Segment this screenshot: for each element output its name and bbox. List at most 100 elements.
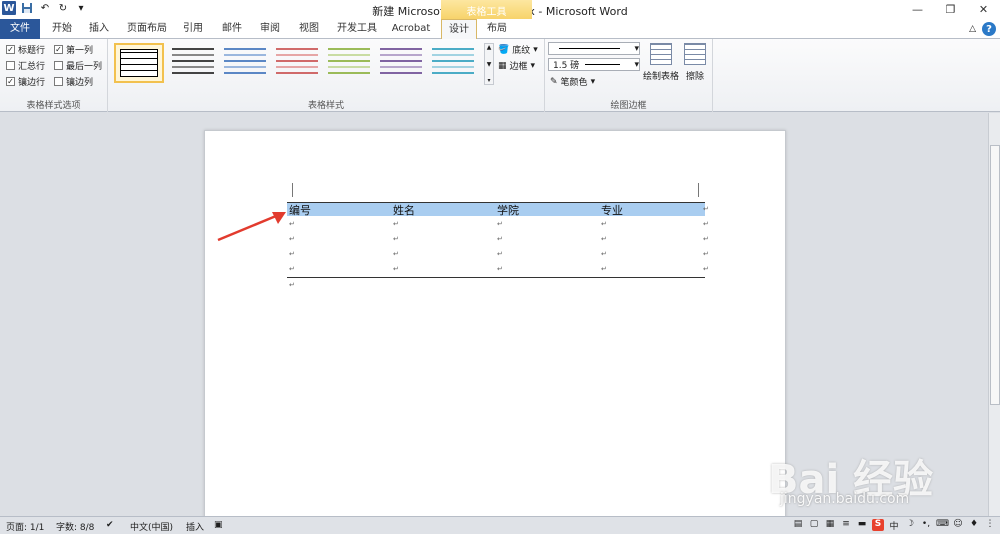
crop-mark [698, 183, 699, 197]
checkbox[interactable]: ✓ [6, 45, 15, 54]
cell-mark: ↵ [289, 265, 295, 273]
macro-icon[interactable]: ▣ [214, 520, 223, 530]
chevron-down-icon: ▾ [634, 59, 639, 70]
table-style-options-group: ✓ 标题行 ✓ 第一列 汇总行 最后一列 ✓ 镶边行 镶边列 表格样式选项 [0, 39, 108, 112]
language-indicator[interactable]: 中文(中国) [130, 520, 173, 533]
cell-mark: ↵ [601, 265, 607, 273]
cell-mark: ↵ [393, 235, 399, 243]
cell-mark: ↵ [393, 220, 399, 228]
draw-table-button[interactable]: 绘制表格 [641, 43, 681, 82]
user-icon[interactable]: ☺ [952, 519, 964, 531]
cell-mark: ↵ [289, 250, 295, 258]
eraser-icon [684, 43, 706, 65]
shirt-icon[interactable]: ♦ [968, 519, 980, 531]
table-header-row[interactable] [287, 202, 705, 216]
tab-view[interactable]: 视图 [292, 20, 326, 39]
tab-acrobat[interactable]: Acrobat [388, 20, 434, 39]
header-cell-id[interactable]: 编号 [289, 202, 311, 218]
minimize-icon[interactable]: — [901, 0, 934, 19]
header-cell-college[interactable]: 学院 [497, 202, 519, 218]
gallery-scroll[interactable]: ▲ ▼ ▾ [484, 43, 494, 85]
status-bar: 页面: 1/1 字数: 8/8 ✔ 中文(中国) 插入 ▣ ▤ ▢ ▦ ≡ ▬ … [0, 516, 1000, 534]
ime-language[interactable]: 中 [888, 519, 900, 532]
web-layout-icon[interactable]: ▦ [824, 519, 836, 531]
option-banded-columns[interactable]: 镶边列 [54, 75, 93, 88]
option-total-row[interactable]: 汇总行 [6, 59, 45, 72]
borders-button[interactable]: ▦ 边框 ▾ [498, 59, 536, 73]
tab-layout[interactable]: 布局 [480, 20, 514, 39]
group-label: 表格样式 [307, 101, 344, 111]
cell-mark: ↵ [393, 265, 399, 273]
table-tools-header: 表格工具 [441, 0, 532, 19]
title-bar: W ↶ ↻ ▾ 新建 Microsoft Word 文档.docx - Micr… [0, 0, 1000, 19]
checkbox[interactable] [54, 61, 63, 70]
full-screen-icon[interactable]: ▢ [808, 519, 820, 531]
gallery-more-icon[interactable]: ▾ [487, 77, 490, 84]
tab-insert[interactable]: 插入 [82, 20, 116, 39]
table-style-2[interactable] [168, 43, 218, 83]
table-style-6[interactable] [376, 43, 426, 83]
draft-icon[interactable]: ▬ [856, 519, 868, 531]
option-header-row[interactable]: ✓ 标题行 [6, 43, 45, 56]
chevron-down-icon: ▾ [530, 60, 536, 71]
punctuation-icon[interactable]: •, [920, 519, 932, 531]
chevron-up-icon[interactable]: ▲ [487, 44, 492, 51]
tab-mailings[interactable]: 邮件 [215, 20, 249, 39]
table-style-5[interactable] [324, 43, 374, 83]
table-styles-group: ▲ ▼ ▾ 🪣 底纹 ▾ ▦ 边框 ▾ 表格样式 [108, 39, 545, 112]
checkbox[interactable]: ✓ [54, 45, 63, 54]
tab-review[interactable]: 审阅 [253, 20, 287, 39]
checkbox[interactable] [6, 61, 15, 70]
keyboard-icon[interactable]: ⌨ [936, 519, 949, 531]
word-count[interactable]: 字数: 8/8 [56, 520, 94, 533]
paint-bucket-icon: 🪣 [498, 44, 510, 55]
insert-mode[interactable]: 插入 [186, 520, 204, 533]
cell-mark: ↵ [497, 220, 503, 228]
cell-mark: ↵ [393, 250, 399, 258]
cell-mark: ↵ [601, 220, 607, 228]
restore-icon[interactable]: ❐ [934, 0, 967, 19]
proofing-icon[interactable]: ✔ [106, 520, 114, 530]
tab-developer[interactable]: 开发工具 [332, 20, 382, 39]
close-icon[interactable]: ✕ [967, 0, 1000, 19]
pen-weight-select[interactable]: 1.5 磅 ▾ [548, 58, 640, 71]
tab-file[interactable]: 文件 [0, 19, 40, 39]
table-style-7[interactable] [428, 43, 478, 83]
cell-mark: ↵ [497, 265, 503, 273]
row-end-mark: ↵ [703, 235, 709, 243]
header-cell-name[interactable]: 姓名 [393, 202, 415, 218]
checkbox[interactable]: ✓ [6, 77, 15, 86]
row-end-mark: ↵ [703, 250, 709, 258]
moon-icon[interactable]: ☽ [904, 519, 916, 531]
settings-icon[interactable]: ⋮ [984, 519, 996, 531]
pen-color-button[interactable]: ✎ 笔颜色 ▾ [550, 75, 595, 89]
tab-home[interactable]: 开始 [45, 20, 79, 39]
print-layout-icon[interactable]: ▤ [792, 519, 804, 531]
tab-references[interactable]: 引用 [177, 20, 209, 39]
tab-design[interactable]: 设计 [441, 19, 477, 39]
option-banded-rows[interactable]: ✓ 镶边行 [6, 75, 45, 88]
draw-borders-group: ▾ 1.5 磅 ▾ ✎ 笔颜色 ▾ 绘制表格 擦除 绘图边框 [545, 39, 713, 112]
scroll-thumb[interactable] [990, 145, 1000, 405]
document-page[interactable]: 编号 姓名 学院 专业 ↵ ↵ ↵ ↵ ↵ ↵ ↵ ↵ ↵ ↵ ↵ ↵ ↵ ↵ … [204, 130, 786, 520]
pen-style-select[interactable]: ▾ [548, 42, 640, 55]
table-style-4[interactable] [272, 43, 322, 83]
table-style-3[interactable] [220, 43, 270, 83]
option-last-column[interactable]: 最后一列 [54, 59, 102, 72]
chevron-down-icon[interactable]: ▼ [487, 61, 492, 68]
header-cell-major[interactable]: 专业 [601, 202, 623, 218]
group-label: 绘图边框 [610, 101, 647, 111]
ribbon-tabs: 文件 开始 插入 页面布局 引用 邮件 审阅 视图 开发工具 Acrobat 设… [0, 19, 1000, 39]
help-icon[interactable]: ? [982, 22, 996, 36]
collapse-ribbon-icon[interactable]: △ [969, 24, 976, 34]
eraser-button[interactable]: 擦除 [681, 43, 709, 82]
tab-page-layout[interactable]: 页面布局 [120, 20, 174, 39]
vertical-scrollbar[interactable] [988, 113, 1000, 516]
outline-icon[interactable]: ≡ [840, 519, 852, 531]
ime-logo-icon[interactable]: S [872, 519, 884, 531]
option-first-column[interactable]: ✓ 第一列 [54, 43, 93, 56]
table-style-grid[interactable] [114, 43, 164, 83]
page-indicator[interactable]: 页面: 1/1 [6, 520, 44, 533]
checkbox[interactable] [54, 77, 63, 86]
shading-button[interactable]: 🪣 底纹 ▾ [498, 43, 538, 57]
